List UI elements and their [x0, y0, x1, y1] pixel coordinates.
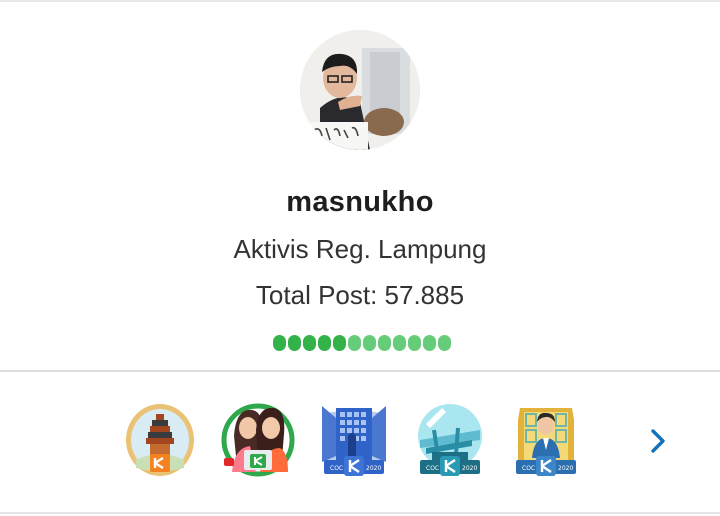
avatar[interactable]: [300, 30, 420, 150]
badge-list: COC 2020 COC 2020 COC 2020: [0, 400, 720, 482]
badge-coc-2020-bridge[interactable]: COC 2020: [412, 400, 488, 480]
reputation-dot: [273, 335, 286, 351]
reputation-dot: [318, 335, 331, 351]
svg-text:COC: COC: [330, 465, 343, 472]
svg-text:2020: 2020: [462, 465, 477, 472]
reputation-dot: [288, 335, 301, 351]
reputation-dot: [423, 335, 436, 351]
total-post-count: Total Post: 57.885: [255, 280, 465, 310]
badge-coc-2020-person[interactable]: COC 2020: [508, 400, 584, 480]
reputation-dot: [303, 335, 316, 351]
svg-text:COC: COC: [426, 465, 439, 472]
reputation-dots: [273, 335, 451, 351]
reputation-dot: [438, 335, 451, 351]
reputation-dot: [408, 335, 421, 351]
chevron-right-icon[interactable]: [648, 426, 670, 456]
reputation-dot: [393, 335, 406, 351]
badge-women-laptop[interactable]: [220, 400, 296, 480]
rank-title: Aktivis Reg. Lampung: [233, 234, 487, 264]
bottom-divider: [0, 512, 720, 514]
svg-text:COC: COC: [522, 465, 535, 472]
section-divider: [0, 370, 720, 372]
reputation-dot: [363, 335, 376, 351]
avatar-image: [300, 30, 420, 150]
reputation-dot: [333, 335, 346, 351]
reputation-dot: [378, 335, 391, 351]
username: masnukho: [286, 186, 434, 218]
svg-text:2020: 2020: [558, 465, 573, 472]
top-divider: [0, 0, 720, 2]
badge-temple[interactable]: [124, 400, 200, 480]
badge-coc-2020-building[interactable]: COC 2020: [316, 400, 392, 480]
reputation-dot: [348, 335, 361, 351]
svg-text:2020: 2020: [366, 465, 381, 472]
